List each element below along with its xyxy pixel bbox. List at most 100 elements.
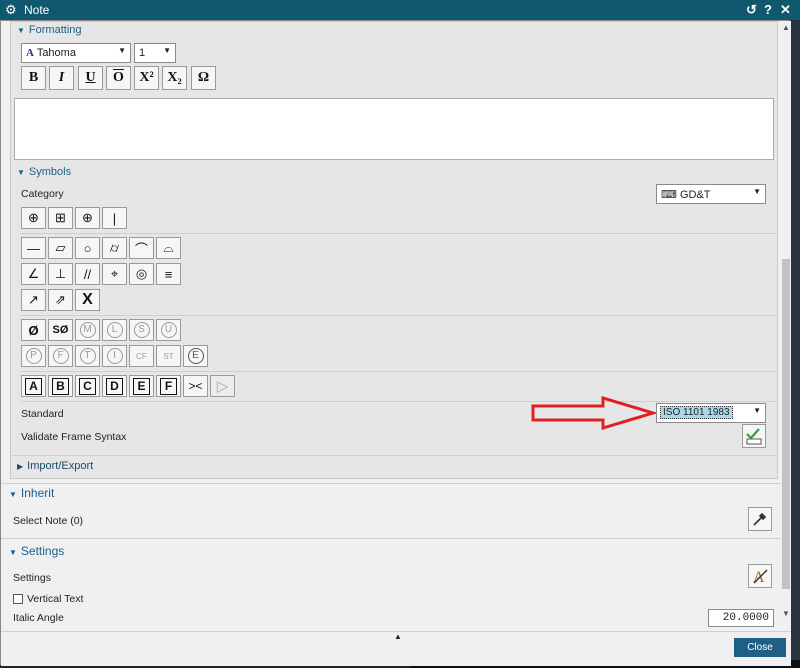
note-text-area[interactable] xyxy=(14,98,774,160)
concentricity-icon[interactable]: ◎ xyxy=(129,263,154,285)
lmc-icon[interactable]: L xyxy=(102,319,127,341)
eyedropper-icon xyxy=(753,512,767,526)
chevron-down-icon: ▼ xyxy=(753,187,761,196)
diameter-icon[interactable]: Ø xyxy=(21,319,46,341)
cylindricity-icon[interactable]: ⌭ xyxy=(102,237,127,259)
expand-down-icon: ▼ xyxy=(9,548,17,557)
category-value: GD&T xyxy=(679,189,711,201)
note-dialog: ▲ ▼ ▼ Formatting A Tahoma ▼ 1 ▼ B I U O X… xyxy=(0,20,791,666)
flatness-icon[interactable]: ▱ xyxy=(48,237,73,259)
expand-down-icon: ▼ xyxy=(17,168,25,177)
total-runout-icon[interactable]: ⇗ xyxy=(48,289,73,311)
play-icon[interactable]: ▷ xyxy=(210,375,235,397)
symmetry-icon[interactable]: ≡ xyxy=(156,263,181,285)
red-arrow-annotation xyxy=(531,396,656,430)
validate-button[interactable] xyxy=(742,424,766,448)
subscript-button[interactable]: X₂ xyxy=(162,66,187,90)
standard-select[interactable]: ISO 1101 1983 ▼ xyxy=(656,403,766,423)
eyedropper-button[interactable] xyxy=(748,507,772,531)
datum-f-icon[interactable]: F xyxy=(156,375,181,397)
settings-label: Settings xyxy=(13,572,51,584)
perpendicularity-icon[interactable]: ⊥ xyxy=(48,263,73,285)
close-icon[interactable]: ✕ xyxy=(780,2,791,18)
category-label: Category xyxy=(21,188,64,200)
datum-composite-icon[interactable]: ⊕ xyxy=(75,207,100,229)
statistical-tolerance-icon[interactable]: ST xyxy=(156,345,181,367)
vertical-text-checkbox[interactable] xyxy=(13,594,23,604)
independency-icon[interactable]: I xyxy=(102,345,127,367)
parallelism-icon[interactable]: // xyxy=(75,263,100,285)
circular-runout-icon[interactable]: ↗ xyxy=(21,289,46,311)
datum-frame-icon[interactable]: ⊞ xyxy=(48,207,73,229)
category-select[interactable]: ⌨ GD&T ▼ xyxy=(656,184,766,204)
italic-angle-label: Italic Angle xyxy=(13,612,64,624)
datum-c-icon[interactable]: C xyxy=(75,375,100,397)
inherit-header[interactable]: ▼ Inherit xyxy=(9,486,54,500)
text-settings-button[interactable]: A xyxy=(748,564,772,588)
vertical-text-label: Vertical Text xyxy=(27,593,84,605)
italic-button[interactable]: I xyxy=(49,66,74,90)
scroll-up-icon[interactable]: ▲ xyxy=(782,23,790,32)
special-character-button[interactable]: Ω xyxy=(191,66,216,90)
line-profile-icon[interactable]: ⌒ xyxy=(129,237,154,259)
continuous-feature-icon[interactable]: CF xyxy=(129,345,154,367)
datum-target-icon[interactable]: ⊕ xyxy=(21,207,46,229)
scrollbar-thumb[interactable] xyxy=(782,259,790,589)
datum-a-icon[interactable]: A xyxy=(21,375,46,397)
overline-button[interactable]: O xyxy=(106,66,131,90)
formatting-header[interactable]: ▼ Formatting xyxy=(17,24,82,36)
between-icon[interactable]: >< xyxy=(183,375,208,397)
size-value: 1 xyxy=(139,47,146,59)
font-select[interactable]: A Tahoma ▼ xyxy=(21,43,131,63)
background-window xyxy=(790,20,800,668)
position-icon[interactable]: ⌖ xyxy=(102,263,127,285)
size-select[interactable]: 1 ▼ xyxy=(134,43,176,63)
datum-e-icon[interactable]: E xyxy=(129,375,154,397)
datum-b-icon[interactable]: B xyxy=(48,375,73,397)
straightness-icon[interactable]: — xyxy=(21,237,46,259)
title-bar: ⚙ Note ↺ ? ✕ xyxy=(0,0,800,20)
chevron-down-icon: ▼ xyxy=(163,46,171,55)
scrollbar[interactable]: ▲ ▼ xyxy=(781,21,791,631)
standard-value: ISO 1101 1983 xyxy=(660,406,733,419)
help-button[interactable]: ? xyxy=(764,2,772,17)
envelope-icon[interactable]: E xyxy=(183,345,208,367)
expand-down-icon: ▼ xyxy=(17,26,25,35)
chevron-down-icon: ▼ xyxy=(753,406,761,415)
circularity-icon[interactable]: ○ xyxy=(75,237,100,259)
expand-right-icon: ▶ xyxy=(17,462,24,471)
validate-check-icon xyxy=(746,428,762,445)
bold-button[interactable]: B xyxy=(21,66,46,90)
unequal-bilateral-icon[interactable]: U xyxy=(156,319,181,341)
superscript-button[interactable]: X² xyxy=(134,66,159,90)
separator-symbol-icon[interactable]: | xyxy=(102,207,127,229)
free-state-icon[interactable]: F xyxy=(48,345,73,367)
settings-header[interactable]: ▼ Settings xyxy=(9,544,64,558)
datum-d-icon[interactable]: D xyxy=(102,375,127,397)
validate-label: Validate Frame Syntax xyxy=(21,431,127,443)
window-title: Note xyxy=(24,3,50,17)
reset-icon[interactable]: ↺ xyxy=(746,2,757,18)
category-icon: ⌨ xyxy=(661,189,677,201)
app-gear-icon: ⚙ xyxy=(5,2,17,17)
standard-label: Standard xyxy=(21,408,64,420)
symbols-header[interactable]: ▼ Symbols xyxy=(17,166,71,178)
angularity-icon[interactable]: ∠ xyxy=(21,263,46,285)
close-button[interactable]: Close xyxy=(734,638,786,657)
projected-tolerance-icon[interactable]: P xyxy=(21,345,46,367)
text-panel: ▼ Formatting A Tahoma ▼ 1 ▼ B I U O X² X₂… xyxy=(10,21,778,479)
mmc-icon[interactable]: M xyxy=(75,319,100,341)
scroll-down-icon[interactable]: ▼ xyxy=(782,609,790,618)
surface-profile-icon[interactable]: ⌓ xyxy=(156,237,181,259)
italic-angle-input[interactable]: 20.0000 xyxy=(708,609,774,627)
text-style-icon: A xyxy=(753,569,768,585)
no-symbol-icon[interactable]: X xyxy=(75,289,100,311)
chevron-down-icon: ▼ xyxy=(118,46,126,55)
spherical-diameter-icon[interactable]: SØ xyxy=(48,319,73,341)
tangent-plane-icon[interactable]: T xyxy=(75,345,100,367)
collapse-up-icon[interactable]: ▲ xyxy=(394,632,402,641)
rfs-icon[interactable]: S xyxy=(129,319,154,341)
underline-button[interactable]: U xyxy=(78,66,103,90)
expand-down-icon: ▼ xyxy=(9,490,17,499)
import-export-header[interactable]: ▶ Import/Export xyxy=(17,460,93,472)
